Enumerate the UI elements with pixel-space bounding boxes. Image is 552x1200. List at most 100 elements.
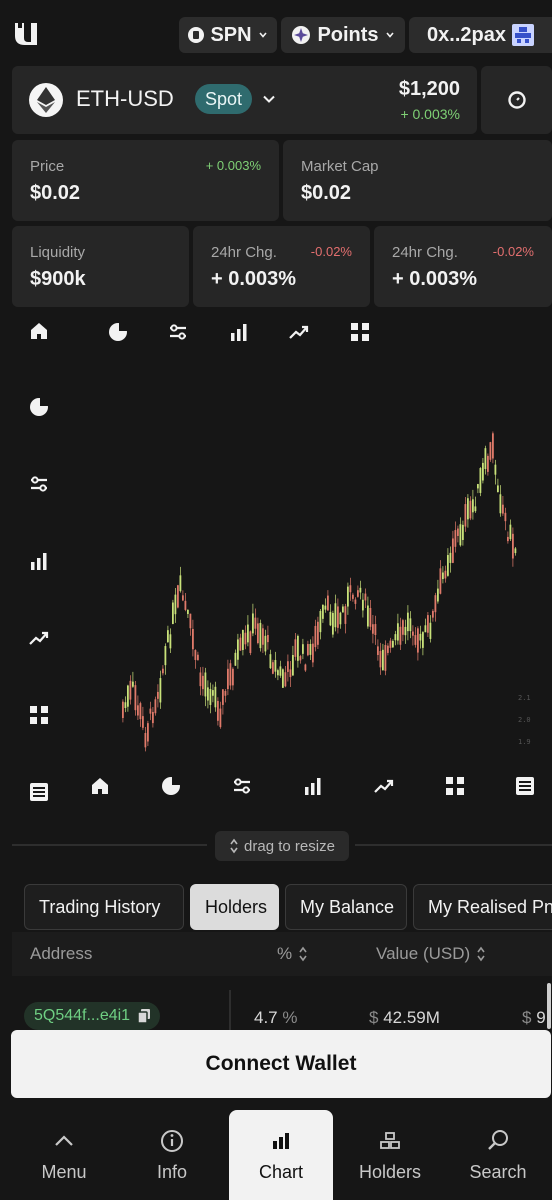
candle (434, 595, 437, 613)
candle (202, 675, 204, 690)
trend-icon[interactable] (28, 627, 50, 649)
sliders-icon[interactable] (167, 321, 189, 343)
nav-label: Search (469, 1161, 527, 1182)
wallet-button[interactable]: 0x..2pax (409, 17, 552, 53)
candle (482, 462, 484, 481)
bar-chart-icon[interactable] (28, 550, 50, 572)
candle (449, 552, 452, 563)
tab-holders[interactable]: Holders (190, 884, 279, 930)
nav-search[interactable]: Search (446, 1110, 550, 1200)
grid-icon[interactable] (28, 704, 50, 726)
candle (182, 595, 184, 601)
candle (264, 635, 267, 652)
candle (189, 613, 192, 629)
resize-arrows-icon (230, 838, 238, 854)
sliders-icon[interactable] (231, 775, 253, 797)
currency-sign: $ (522, 1008, 532, 1027)
home-icon[interactable] (28, 320, 50, 342)
nav-label: Holders (358, 1161, 422, 1182)
extra-amount: 9 (536, 1008, 546, 1027)
list-icon[interactable] (514, 775, 536, 797)
refresh-button[interactable] (481, 66, 552, 134)
pie-chart-icon[interactable] (160, 775, 182, 797)
stat-change: + 0.003% (205, 158, 261, 173)
axis-label: 1.9 (518, 738, 531, 746)
network-selector[interactable]: SPN (179, 17, 277, 53)
nav-menu[interactable]: Menu (12, 1110, 116, 1200)
candle (214, 686, 217, 708)
candle (124, 702, 127, 708)
points-selector[interactable]: Points (281, 17, 405, 53)
home-icon[interactable] (89, 775, 111, 797)
drag-to-resize-handle[interactable]: drag to resize (215, 831, 349, 861)
connect-wallet-button[interactable]: Connect Wallet (11, 1030, 551, 1098)
candle (424, 625, 427, 633)
candle (129, 680, 132, 700)
column-divider (229, 990, 231, 1030)
candle (454, 530, 457, 547)
trend-icon[interactable] (288, 321, 310, 343)
candle (309, 643, 312, 655)
candle (342, 606, 344, 613)
nav-chart[interactable]: Chart (229, 1110, 333, 1200)
candle (262, 628, 264, 645)
bar-chart-icon[interactable] (228, 321, 250, 343)
tab-trading-history[interactable]: Trading History (24, 884, 184, 930)
divider (12, 844, 207, 846)
grid-icon[interactable] (349, 321, 371, 343)
clock-icon (507, 91, 526, 109)
candle (372, 624, 374, 634)
pie-chart-icon[interactable] (107, 321, 129, 343)
candle (352, 594, 354, 599)
tab-my-realised-pnl[interactable]: My Realised Pn (413, 884, 552, 930)
price-chart[interactable]: 2.1 2.0 1.9 (60, 350, 552, 760)
candle (394, 634, 397, 641)
bar-chart-icon[interactable] (302, 775, 324, 797)
candle (392, 640, 394, 648)
sliders-icon[interactable] (28, 473, 50, 495)
candle (489, 442, 492, 460)
candle (504, 512, 507, 522)
candle (467, 498, 469, 520)
candle (492, 433, 494, 459)
candle (227, 668, 229, 690)
axis-label: 2.0 (518, 716, 531, 724)
trend-icon[interactable] (373, 775, 395, 797)
tab-my-balance[interactable]: My Balance (285, 884, 407, 930)
candle (254, 617, 257, 629)
candle (337, 606, 339, 628)
pair-selector[interactable]: ETH-USD Spot $1,200 + 0.003% (12, 66, 477, 134)
candle (207, 687, 209, 701)
candle (414, 635, 417, 645)
header-value[interactable]: Value (USD) (376, 944, 486, 964)
holder-address[interactable]: 5Q544f...e4i1 (24, 1002, 161, 1030)
candle (377, 646, 379, 655)
candle (282, 669, 284, 688)
pie-chart-icon[interactable] (28, 396, 50, 418)
header-percent[interactable]: % (277, 944, 308, 964)
nav-holders[interactable]: Holders (338, 1110, 442, 1200)
candle (269, 654, 272, 669)
nav-label: Info (156, 1161, 188, 1182)
candle (387, 645, 389, 653)
candle (474, 506, 477, 512)
candle (192, 628, 194, 650)
candle (412, 631, 414, 636)
stat-label: Price (30, 158, 65, 175)
scrollbar[interactable] (547, 983, 551, 1029)
candle (284, 672, 287, 687)
grid-icon[interactable] (444, 775, 466, 797)
candle (199, 672, 202, 687)
app-logo-icon[interactable] (12, 20, 40, 48)
candle (457, 528, 459, 536)
candle (177, 585, 179, 608)
candle (239, 637, 242, 651)
copy-icon[interactable] (138, 1009, 151, 1023)
candle (382, 649, 384, 671)
nav-info[interactable]: Info (120, 1110, 224, 1200)
candle (369, 607, 372, 627)
candle (252, 613, 254, 634)
candle (472, 499, 474, 513)
table-row[interactable]: 5Q544f...e4i1 4.7 % $ 42.59M $ 9 (12, 990, 552, 1030)
candle (134, 685, 137, 711)
